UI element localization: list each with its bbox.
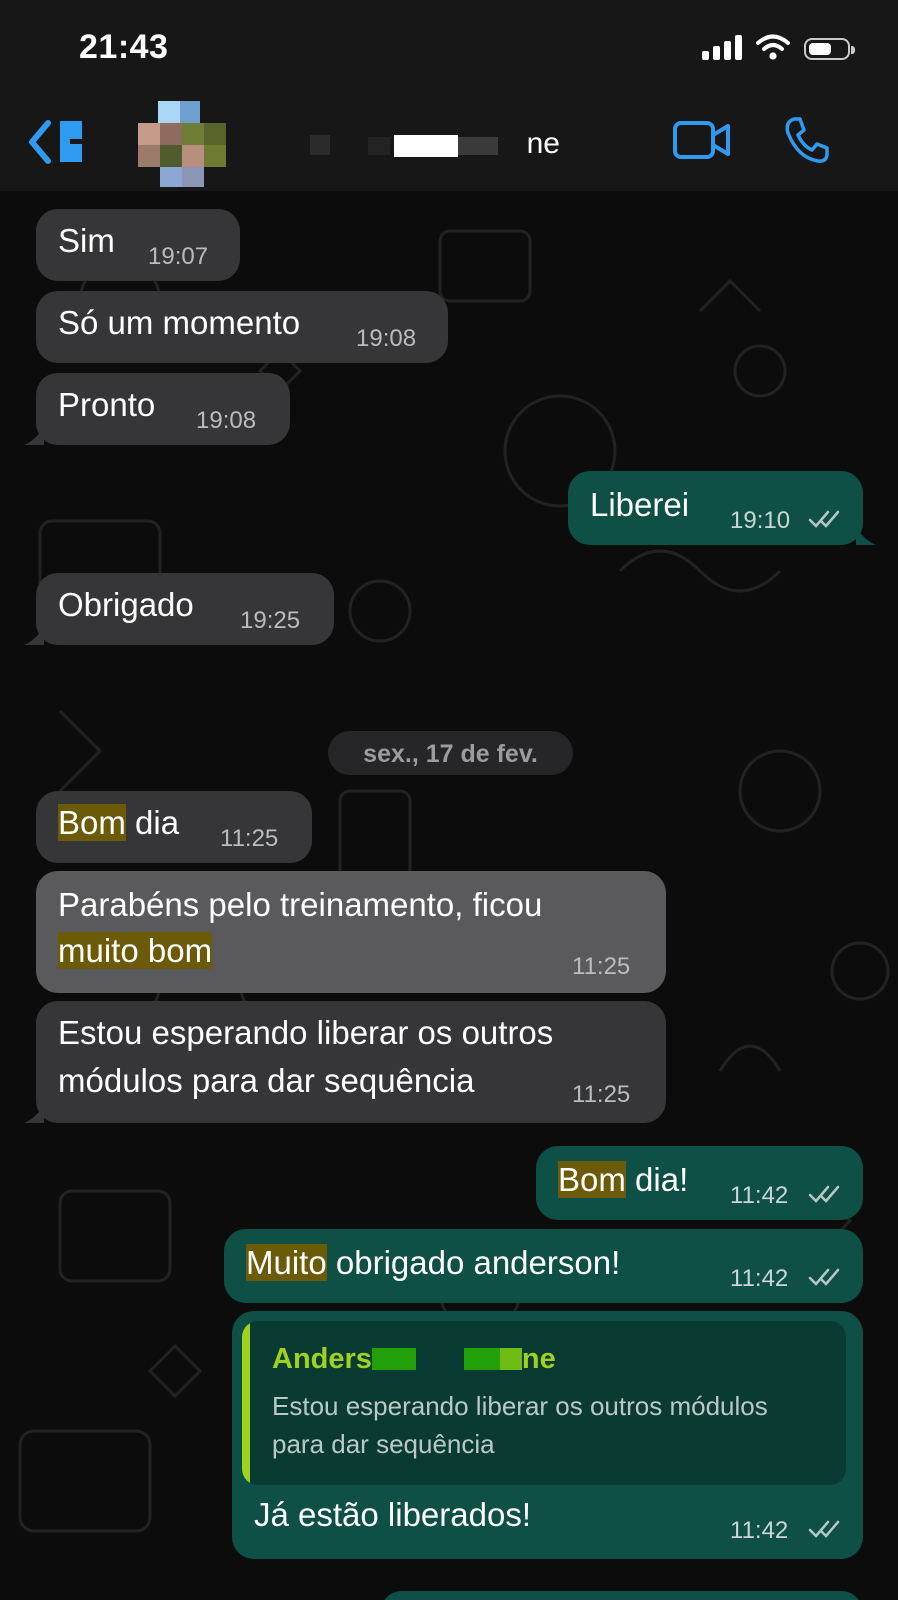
message-time: 19:07 (148, 243, 209, 270)
back-button[interactable] (24, 117, 84, 167)
message-text-line1: Estou esperando liberar os outros (58, 1014, 554, 1051)
quoted-text-line1: Estou esperando liberar os outros módulo… (272, 1391, 768, 1421)
cellular-signal-icon (702, 34, 742, 60)
double-check-icon (808, 1185, 840, 1203)
search-highlight: muito bom (58, 932, 213, 969)
message-text: Obrigado (58, 586, 194, 623)
message-text: Bom dia (58, 799, 179, 847)
status-time: 21:43 (79, 28, 169, 66)
message-time: 11:25 (572, 953, 631, 980)
bubble-tail (24, 1103, 44, 1123)
redaction-block (463, 1348, 500, 1370)
wifi-icon (756, 34, 790, 60)
message-bubble-outgoing[interactable]: Liberei 19:10 (568, 471, 863, 545)
chevron-left-icon (29, 120, 82, 164)
system-icons (702, 34, 855, 60)
message-time: 11:42 (730, 1517, 789, 1544)
phone-icon (785, 117, 829, 163)
redaction-block (368, 137, 390, 155)
message-time: 11:42 (730, 1265, 789, 1292)
message-text: Já estão liberados! (254, 1496, 532, 1533)
bubble-tail (24, 625, 44, 645)
search-highlight: Muito (246, 1244, 327, 1281)
quoted-message[interactable]: Anders ne Estou esperando liberar os outr… (242, 1321, 846, 1485)
message-bubble-incoming[interactable]: Obrigado 19:25 (36, 573, 334, 645)
redaction-block (394, 135, 458, 157)
quoted-text: Estou esperando liberar os outros módulo… (272, 1387, 842, 1463)
message-bubble-incoming[interactable]: Sim 19:07 (36, 209, 240, 281)
voice-call-button[interactable] (782, 115, 830, 165)
message-text: Sim (58, 222, 115, 259)
message-bubble-incoming[interactable]: Pronto 19:08 (36, 373, 290, 445)
redaction-block (310, 135, 330, 155)
quoted-author-suffix: ne (521, 1343, 556, 1375)
video-call-button[interactable] (673, 120, 731, 160)
message-time: 11:25 (220, 825, 279, 852)
message-time: 11:42 (730, 1182, 789, 1209)
message-text: Liberei (590, 486, 690, 523)
redaction-block (415, 1348, 464, 1370)
chat-header: ne (0, 95, 898, 192)
double-check-icon (808, 1520, 840, 1538)
message-text-rest: dia! (625, 1161, 689, 1198)
search-highlight: Bom (558, 1161, 626, 1198)
message-text: Muito obrigado anderson! (246, 1239, 620, 1287)
message-time: 19:08 (356, 325, 417, 352)
status-bar: 21:43 (0, 0, 898, 95)
message-bubble-outgoing[interactable] (380, 1591, 863, 1600)
quote-accent-bar (242, 1321, 250, 1485)
date-separator-text: sex., 17 de fev. (363, 740, 538, 768)
message-text: Só um momento (58, 304, 301, 341)
message-text-rest: dia (125, 804, 180, 841)
message-text: Pronto (58, 386, 156, 423)
message-time: 19:10 (730, 507, 791, 534)
redaction-block (458, 137, 498, 155)
double-check-icon (808, 510, 840, 528)
contact-name[interactable]: ne (310, 125, 570, 165)
bubble-tail (24, 425, 44, 445)
chat-area[interactable]: Sim 19:07 Só um momento 19:08 Pronto 19:… (0, 191, 898, 1600)
message-time: 19:25 (240, 607, 301, 634)
message-bubble-outgoing-reply[interactable]: Anders ne Estou esperando liberar os outr… (232, 1311, 863, 1559)
message-text-line1: Parabéns pelo treinamento, ficou (58, 886, 543, 923)
redaction-block (499, 1348, 522, 1370)
contact-name-suffix: ne (526, 127, 560, 160)
quoted-author-prefix: Anders (272, 1343, 372, 1375)
message-text-line2: módulos para dar sequência (58, 1062, 475, 1099)
search-highlight: Bom (58, 804, 126, 841)
message-bubble-incoming[interactable]: Parabéns pelo treinamento, ficou muito b… (36, 871, 666, 993)
quoted-text-line2: para dar sequência (272, 1429, 495, 1459)
avatar[interactable] (138, 101, 226, 187)
message-time: 19:08 (196, 407, 257, 434)
message-text-line2: muito bom (58, 927, 213, 975)
message-bubble-incoming[interactable]: Só um momento 19:08 (36, 291, 448, 363)
bubble-tail (856, 525, 876, 545)
message-bubble-incoming[interactable]: Estou esperando liberar os outros módulo… (36, 1001, 666, 1123)
message-bubble-incoming[interactable]: Bom dia 11:25 (36, 791, 312, 863)
date-separator: sex., 17 de fev. (328, 731, 573, 775)
message-time: 11:25 (572, 1081, 631, 1108)
message-bubble-outgoing[interactable]: Bom dia! 11:42 (536, 1146, 863, 1220)
message-text: Bom dia! (558, 1156, 688, 1204)
video-camera-icon (673, 121, 730, 159)
battery-icon (804, 38, 855, 60)
redaction-block (371, 1348, 416, 1370)
message-text-rest: obrigado anderson! (326, 1244, 621, 1281)
message-bubble-outgoing[interactable]: Muito obrigado anderson! 11:42 (224, 1229, 863, 1303)
double-check-icon (808, 1268, 840, 1286)
quoted-author: Anders ne (272, 1343, 556, 1376)
